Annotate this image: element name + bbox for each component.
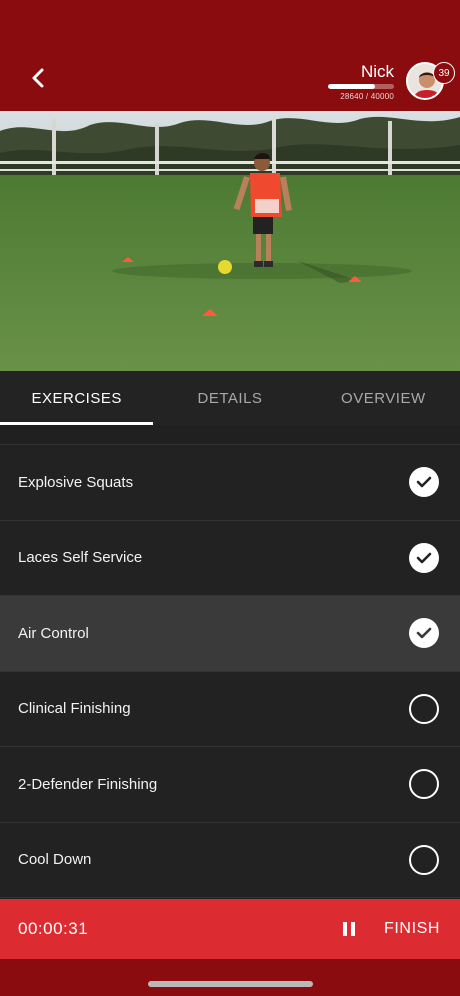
exercise-label: Laces Self Service <box>18 549 143 567</box>
chevron-left-icon <box>32 68 44 88</box>
checkmark-icon <box>409 467 439 498</box>
list-item[interactable]: Cool Down <box>0 822 460 898</box>
pause-icon <box>343 922 355 936</box>
workout-footer: 00:00:31 FINISH <box>0 899 460 959</box>
list-item-current[interactable]: Air Control <box>0 596 460 672</box>
tab-details[interactable]: DETAILS <box>153 371 306 425</box>
pause-button[interactable] <box>336 917 362 941</box>
xp-progress-bar <box>328 84 394 89</box>
exercise-label: Air Control <box>18 624 89 642</box>
checkmark-icon <box>409 618 439 649</box>
user-info[interactable]: Nick 28640 / 40000 <box>328 62 394 101</box>
list-item[interactable]: Laces Self Service <box>0 520 460 596</box>
list-item[interactable]: Explosive Squats <box>0 445 460 521</box>
top-header: Nick 28640 / 40000 39 <box>0 0 460 111</box>
exercise-label: Explosive Squats <box>18 473 134 491</box>
exercise-list: Explosive Squats Laces Self Service Air … <box>0 425 460 899</box>
exercise-label: Cool Down <box>18 851 92 869</box>
empty-circle-icon <box>409 844 439 875</box>
empty-circle-icon <box>409 769 439 800</box>
empty-circle-icon <box>409 693 439 724</box>
tab-exercises[interactable]: EXERCISES <box>0 371 154 425</box>
checkmark-icon <box>409 542 439 573</box>
video-frame <box>0 111 460 371</box>
workout-timer: 00:00:31 <box>18 919 89 938</box>
video-player[interactable] <box>0 111 460 371</box>
exercise-label: Clinical Finishing <box>18 700 131 718</box>
exercise-label: 2-Defender Finishing <box>18 775 158 793</box>
finish-button[interactable]: FINISH <box>384 920 440 938</box>
list-item[interactable]: Clinical Finishing <box>0 671 460 747</box>
xp-text: 28640 / 40000 <box>340 92 394 101</box>
xp-progress-fill <box>328 84 376 89</box>
tab-overview[interactable]: OVERVIEW <box>307 371 460 425</box>
level-badge: 39 <box>433 62 455 84</box>
tab-bar: EXERCISES DETAILS OVERVIEW <box>0 371 460 425</box>
user-name: Nick <box>360 62 394 81</box>
bottom-bar <box>0 959 460 996</box>
back-button[interactable] <box>20 60 56 96</box>
list-item[interactable]: 2-Defender Finishing <box>0 747 460 823</box>
home-indicator[interactable] <box>148 981 313 987</box>
list-divider <box>0 425 460 445</box>
